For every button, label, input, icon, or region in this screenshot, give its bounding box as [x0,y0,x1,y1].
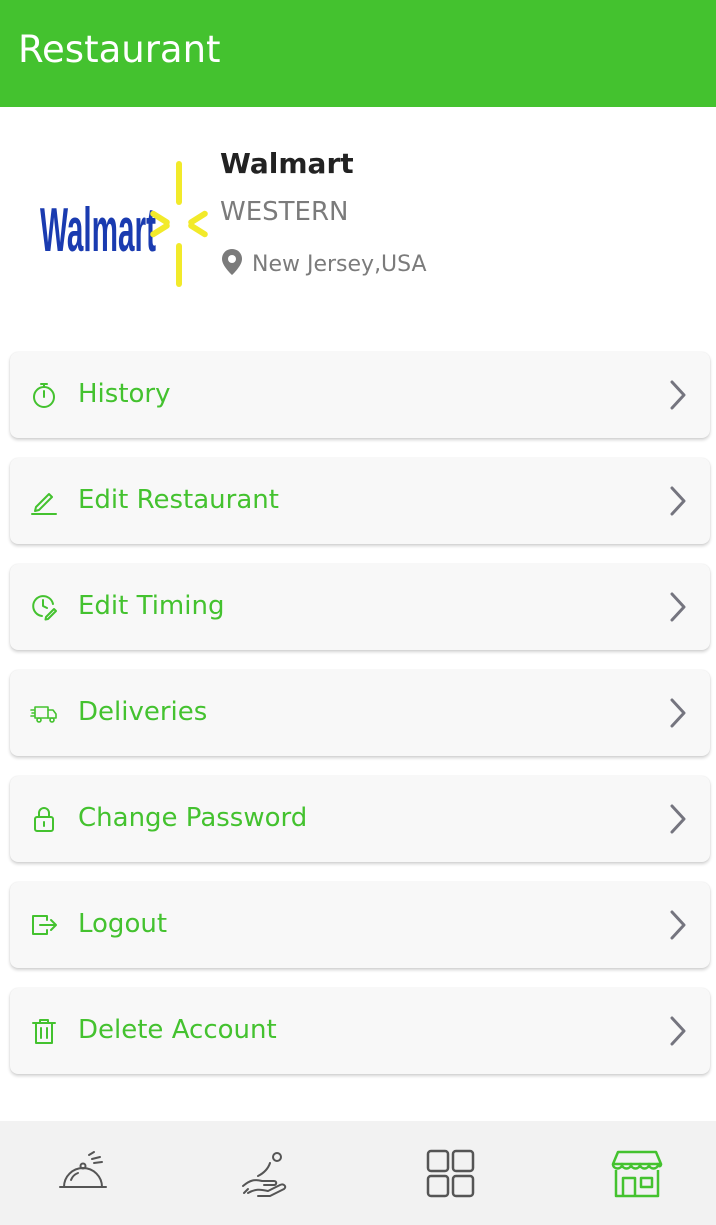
pencil-icon [30,487,58,515]
restaurant-profile: Walmart Walmart WESTERN New Jersey,USA [0,107,716,347]
menu-item-label: Delete Account [78,1015,277,1045]
menu-item-edit-restaurant[interactable]: Edit Restaurant [10,458,710,544]
chevron-right-icon [668,803,688,835]
food-cloche-icon [56,1151,110,1203]
menu-item-label: History [78,379,171,409]
location-pin-icon [220,248,244,280]
menu-item-label: Change Password [78,803,308,833]
menu-item-delete-account[interactable]: Delete Account [10,988,710,1074]
menu-item-logout[interactable]: Logout [10,882,710,968]
menu-item-deliveries[interactable]: Deliveries [10,670,710,756]
store-icon [610,1150,664,1203]
restaurant-name: Walmart [220,147,354,180]
menu-item-history[interactable]: History [10,352,710,438]
nav-dashboard-button[interactable] [424,1149,478,1199]
menu-item-change-password[interactable]: Change Password [10,776,710,862]
nav-restaurant-button[interactable] [610,1149,664,1199]
clock-edit-icon [30,593,58,621]
location-text: New Jersey,USA [252,251,427,277]
menu-item-label: Logout [78,909,168,939]
hand-coin-icon [240,1152,294,1203]
app-bar: Restaurant [0,0,716,107]
restaurant-logo: Walmart [38,159,208,291]
menu-item-label: Deliveries [78,697,208,727]
logo-wordmark: Walmart [40,195,156,264]
logout-icon [30,911,58,939]
page-title: Restaurant [18,28,221,71]
menu-item-label: Edit Timing [78,591,225,621]
chevron-right-icon [668,1015,688,1047]
delivery-truck-icon [30,699,58,727]
chevron-right-icon [668,379,688,411]
restaurant-cuisine: WESTERN [220,197,349,227]
chevron-right-icon [668,697,688,729]
bottom-navigation [0,1121,716,1225]
trash-icon [30,1017,58,1045]
chevron-right-icon [668,591,688,623]
restaurant-location: New Jersey,USA [220,249,427,279]
nav-earnings-button[interactable] [240,1149,294,1199]
chevron-right-icon [668,485,688,517]
lock-icon [30,805,58,833]
chevron-right-icon [668,909,688,941]
menu-item-label: Edit Restaurant [78,485,279,515]
nav-orders-button[interactable] [56,1149,110,1199]
stopwatch-icon [30,381,58,409]
menu-item-edit-timing[interactable]: Edit Timing [10,564,710,650]
grid-icon [424,1149,478,1203]
